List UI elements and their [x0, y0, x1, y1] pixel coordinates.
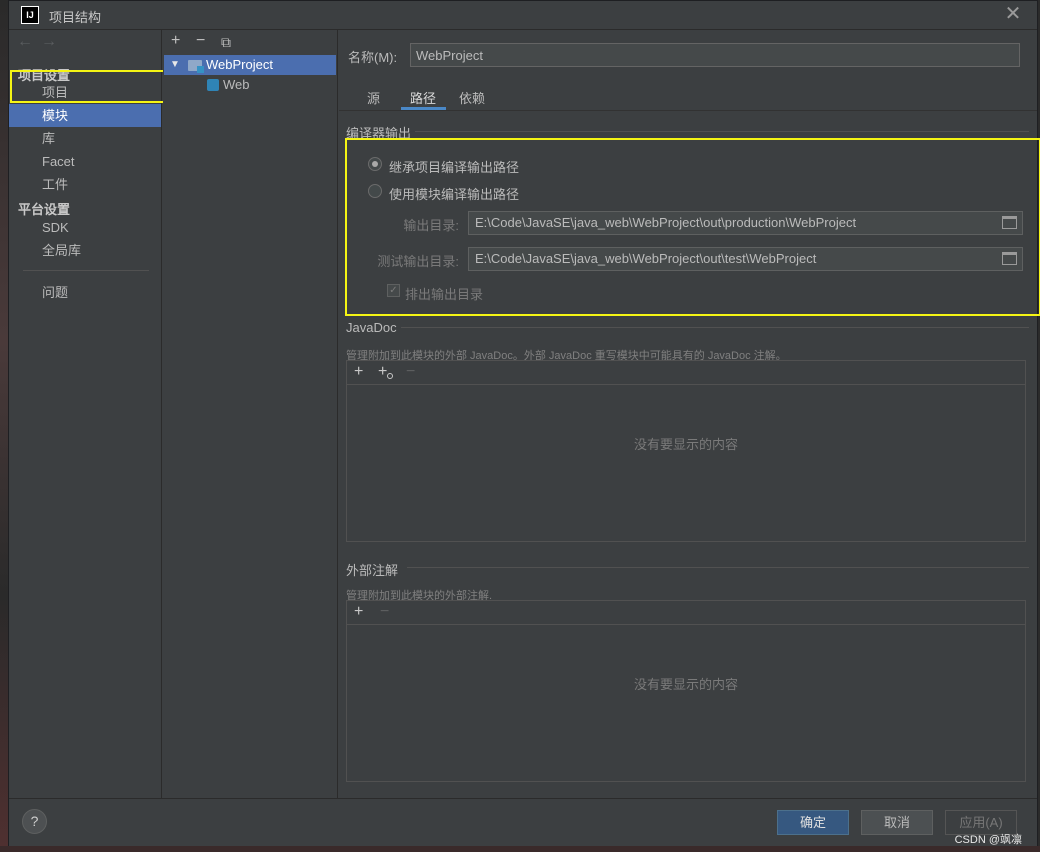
javadoc-list-toolbar: + + − — [347, 361, 1025, 385]
remove-icon[interactable]: − — [406, 363, 415, 381]
settings-sidebar: ← → 项目设置 项目 模块 库 Facet 工件 平台设置 SDK 全局库 问… — [9, 30, 162, 798]
title-bar: IJ 项目结构 ✕ — [9, 1, 1037, 30]
ok-button[interactable]: 确定 — [777, 810, 849, 835]
sidebar-divider — [23, 270, 149, 271]
javadoc-empty-text: 没有要显示的内容 — [633, 437, 738, 452]
compiler-output-title: 编译器输出 — [346, 126, 412, 141]
sidebar-item-libraries[interactable]: 库 — [9, 127, 161, 150]
close-icon[interactable]: ✕ — [1003, 4, 1023, 24]
output-dir-label: 输出目录: — [403, 218, 459, 233]
module-output-radio[interactable] — [368, 184, 382, 198]
add-icon[interactable]: + — [171, 32, 180, 50]
output-dir-field[interactable]: E:\Code\JavaSE\java_web\WebProject\out\p… — [468, 211, 1023, 235]
desktop-background-bottom — [0, 846, 1040, 852]
tree-node-webproject[interactable]: ▼ WebProject — [164, 55, 336, 75]
add-url-icon[interactable]: + — [378, 363, 387, 381]
annotations-list-toolbar: + − — [347, 601, 1025, 625]
javadoc-list: + + − 没有要显示的内容 — [346, 360, 1026, 542]
section-divider — [415, 131, 1029, 132]
globe-icon — [387, 373, 393, 379]
module-tree-panel: + − ⧉ ▼ WebProject Web — [163, 30, 338, 798]
module-folder-icon — [188, 60, 204, 73]
output-dir-value: E:\Code\JavaSE\java_web\WebProject\out\p… — [475, 215, 857, 230]
copy-icon[interactable]: ⧉ — [221, 34, 231, 51]
sidebar-item-sdk[interactable]: SDK — [9, 216, 161, 239]
intellij-logo-icon: IJ — [21, 6, 39, 24]
javadoc-title: JavaDoc — [346, 320, 397, 335]
sidebar-item-modules[interactable]: 模块 — [9, 104, 161, 127]
folder-browse-icon[interactable] — [1002, 252, 1017, 265]
dialog-footer: ? 确定 取消 应用(A) CSDN @飒凛 — [9, 798, 1037, 846]
help-icon[interactable]: ? — [22, 809, 47, 834]
exclude-output-checkbox[interactable]: ✓ — [387, 284, 400, 297]
annotations-empty-text: 没有要显示的内容 — [633, 677, 738, 692]
section-divider — [407, 567, 1029, 568]
tree-node-label: WebProject — [206, 57, 273, 72]
cancel-button[interactable]: 取消 — [861, 810, 933, 835]
sidebar-item-artifacts[interactable]: 工件 — [9, 173, 161, 196]
tree-node-label: Web — [223, 77, 250, 92]
back-arrow-icon[interactable]: ← — [17, 33, 33, 51]
exclude-output-label: 排出输出目录 — [405, 287, 484, 302]
folder-browse-icon[interactable] — [1002, 216, 1017, 229]
sidebar-item-global-libraries[interactable]: 全局库 — [9, 239, 161, 262]
web-facet-icon — [207, 79, 219, 91]
external-annotations-title: 外部注解 — [346, 563, 399, 578]
csdn-watermark: CSDN @飒凛 — [954, 834, 1022, 846]
chevron-down-icon[interactable]: ▼ — [170, 55, 180, 75]
module-name-input[interactable] — [410, 43, 1020, 67]
window-title: 项目结构 — [49, 10, 102, 25]
project-structure-dialog: IJ 项目结构 ✕ ← → 项目设置 项目 模块 库 Facet 工件 平台设置… — [8, 0, 1040, 846]
external-annotations-list: + − 没有要显示的内容 — [346, 600, 1026, 782]
desktop-background — [0, 0, 8, 852]
add-icon[interactable]: + — [354, 363, 363, 381]
name-label: 名称(M): — [348, 50, 398, 65]
add-icon[interactable]: + — [354, 603, 363, 621]
inherit-output-radio[interactable] — [368, 157, 382, 171]
section-divider — [401, 327, 1029, 328]
tab-paths[interactable]: 路径 — [410, 88, 436, 107]
module-output-label: 使用模块编译输出路径 — [389, 187, 520, 202]
sidebar-item-project[interactable]: 项目 — [9, 81, 161, 104]
module-settings-panel: 名称(M): 源 路径 依赖 编译器输出 继承项目编译输出路径 使用模块编译输出… — [339, 30, 1037, 798]
test-output-dir-field[interactable]: E:\Code\JavaSE\java_web\WebProject\out\t… — [468, 247, 1023, 271]
sidebar-item-facets[interactable]: Facet — [9, 150, 161, 173]
remove-icon[interactable]: − — [380, 603, 389, 621]
tab-dependencies[interactable]: 依赖 — [459, 88, 485, 107]
test-output-dir-label: 测试输出目录: — [377, 254, 459, 269]
tab-sources[interactable]: 源 — [367, 88, 380, 107]
forward-arrow-icon[interactable]: → — [41, 33, 57, 51]
tabs-divider — [339, 110, 1037, 111]
remove-icon[interactable]: − — [196, 32, 205, 50]
test-output-dir-value: E:\Code\JavaSE\java_web\WebProject\out\t… — [475, 251, 817, 266]
inherit-output-label: 继承项目编译输出路径 — [389, 160, 520, 175]
sidebar-item-problems[interactable]: 问题 — [9, 281, 161, 304]
